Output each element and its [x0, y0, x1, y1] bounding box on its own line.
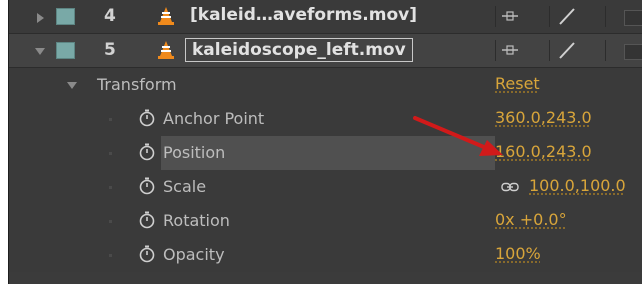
- property-row-rotation[interactable]: Rotation 0x +0.0°: [9, 204, 642, 238]
- layer-label-color[interactable]: [56, 42, 75, 59]
- property-name: Scale: [163, 177, 207, 196]
- indent-dot: [109, 118, 112, 121]
- collapse-arrow-icon[interactable]: [67, 82, 77, 89]
- vlc-cone-icon: [158, 41, 174, 59]
- shy-icon: [502, 45, 518, 55]
- property-row-anchor-point[interactable]: Anchor Point 360.0,243.0: [9, 102, 642, 136]
- annotation-arrow-icon: [413, 116, 503, 156]
- layer-label-color[interactable]: [56, 8, 75, 25]
- expand-arrow-icon[interactable]: [37, 13, 44, 23]
- stopwatch-icon[interactable]: [137, 142, 157, 162]
- property-name: Opacity: [163, 245, 225, 264]
- indent-dot: [109, 254, 112, 257]
- property-row-scale[interactable]: Scale 100.0,100.0: [9, 170, 642, 204]
- quality-switch[interactable]: [549, 6, 594, 27]
- shy-switch[interactable]: [495, 40, 532, 61]
- collapse-arrow-icon[interactable]: [35, 48, 45, 55]
- layer-name[interactable]: kaleidoscope_left.mov: [185, 38, 413, 62]
- transform-group-row[interactable]: Transform Reset: [9, 68, 642, 102]
- property-name: Position: [163, 143, 226, 162]
- transform-reset-link[interactable]: Reset: [495, 74, 540, 93]
- motion-blur-box[interactable]: [624, 10, 642, 26]
- quality-slash-icon: [559, 8, 575, 25]
- stopwatch-icon[interactable]: [137, 244, 157, 264]
- chain-link-icon[interactable]: [501, 182, 519, 192]
- property-row-position[interactable]: Position 160.0,243.0: [9, 136, 642, 170]
- property-name: Anchor Point: [163, 109, 265, 128]
- indent-dot: [109, 152, 112, 155]
- layer-number: 5: [104, 40, 116, 60]
- stopwatch-icon[interactable]: [137, 108, 157, 128]
- stopwatch-icon[interactable]: [137, 176, 157, 196]
- motion-blur-box[interactable]: [624, 44, 642, 60]
- quality-slash-icon: [559, 42, 575, 59]
- property-value[interactable]: 0x +0.0°: [495, 210, 567, 229]
- shy-icon: [502, 11, 518, 21]
- layer-number: 4: [104, 6, 116, 26]
- layer-row-5[interactable]: 5 kaleidoscope_left.mov: [9, 34, 642, 68]
- stopwatch-icon[interactable]: [137, 210, 157, 230]
- shy-switch[interactable]: [495, 6, 532, 27]
- indent-dot: [109, 220, 112, 223]
- property-value[interactable]: 100.0,100.0: [529, 176, 626, 195]
- layer-row-4[interactable]: 4 [kaleid…aveforms.mov]: [9, 0, 642, 34]
- transform-label: Transform: [97, 75, 177, 94]
- property-value[interactable]: 100%: [495, 244, 541, 263]
- property-row-opacity[interactable]: Opacity 100%: [9, 238, 642, 272]
- indent-dot: [109, 186, 112, 189]
- quality-switch[interactable]: [549, 40, 594, 61]
- vlc-cone-icon: [158, 7, 174, 25]
- layer-name[interactable]: [kaleid…aveforms.mov]: [186, 4, 421, 26]
- property-name: Rotation: [163, 211, 230, 230]
- timeline-panel: 4 [kaleid…aveforms.mov] 5 kaleidoscope_l…: [8, 0, 642, 284]
